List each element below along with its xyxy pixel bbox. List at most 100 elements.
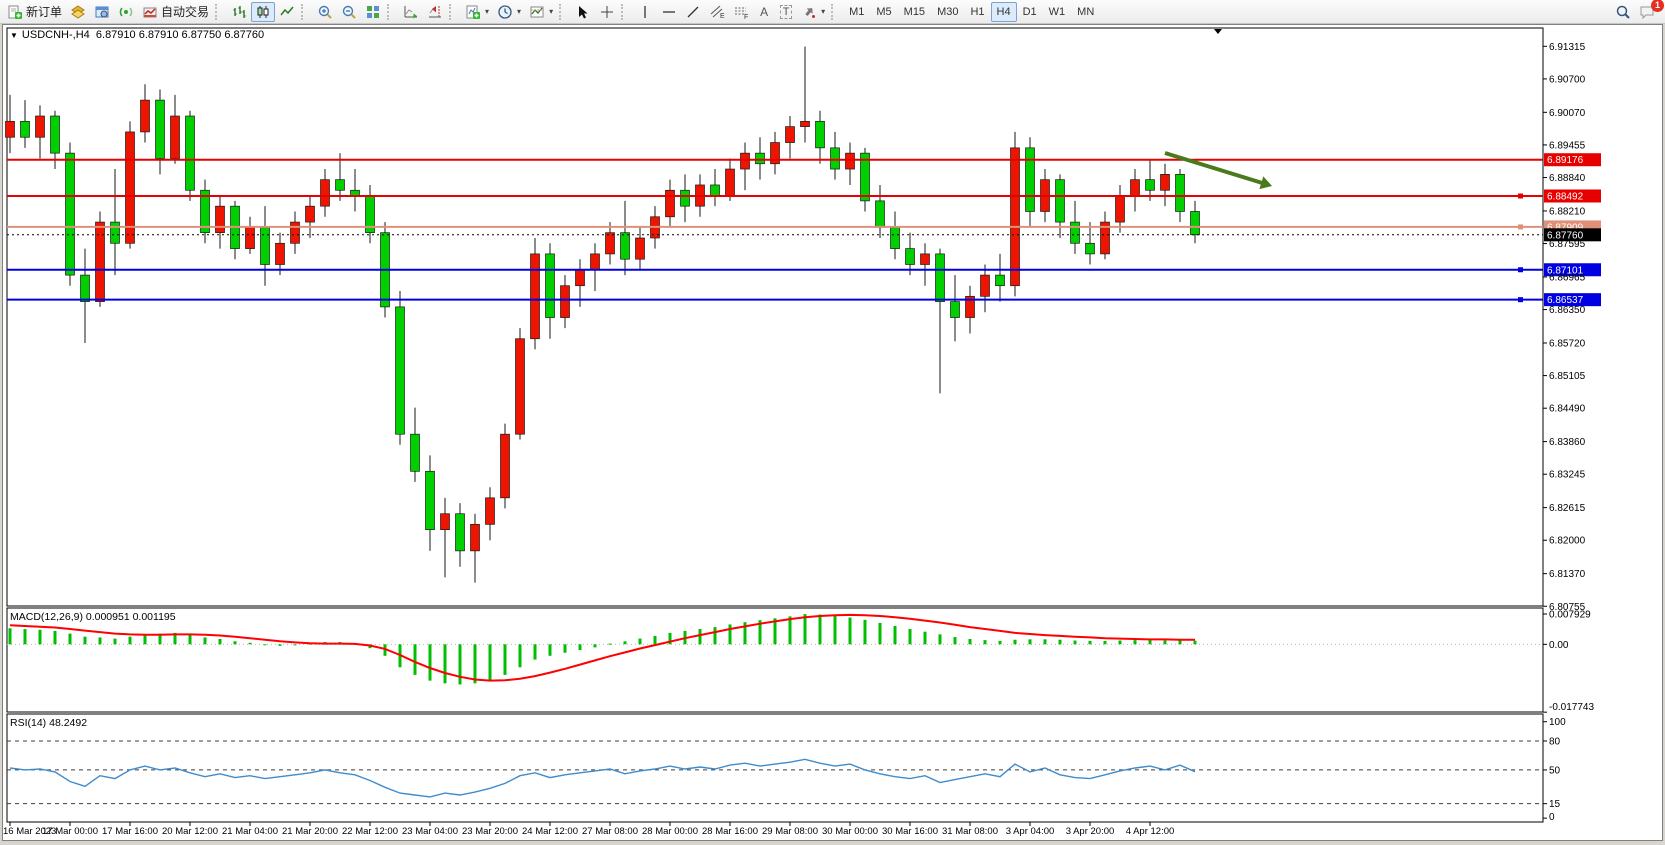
price-tick-label: 6.90700 — [1549, 74, 1586, 85]
macd-histogram-bar — [624, 641, 627, 644]
candle-body — [606, 233, 615, 254]
macd-histogram-bar — [1089, 641, 1092, 644]
chart-quotes: 6.87910 6.87910 6.87750 6.87760 — [96, 29, 264, 41]
indicators-button[interactable]: ▾ — [461, 2, 493, 22]
candle-body — [831, 148, 840, 169]
candle-body — [741, 153, 750, 169]
search-button[interactable] — [1611, 2, 1635, 22]
chevron-down-icon[interactable]: ▾ — [517, 7, 521, 16]
label-button[interactable]: T — [775, 2, 797, 22]
timeframe-H1[interactable]: H1 — [964, 2, 990, 22]
timeframe-M30[interactable]: M30 — [931, 2, 964, 22]
candlestick-icon — [255, 4, 271, 20]
chart-shift-button[interactable] — [423, 2, 447, 22]
candle-body — [216, 206, 225, 233]
macd-tick-label: 0.007929 — [1549, 610, 1591, 621]
level-handle[interactable] — [1518, 267, 1523, 272]
macd-histogram-bar — [939, 634, 942, 644]
candle-body — [906, 249, 915, 265]
cursor-button[interactable] — [571, 2, 595, 22]
vertical-line-button[interactable] — [633, 2, 657, 22]
bar-chart-button[interactable] — [227, 2, 251, 22]
timeframe-M15[interactable]: M15 — [898, 2, 931, 22]
time-label: 21 Mar 04:00 — [222, 826, 278, 837]
candle-body — [456, 514, 465, 551]
bar-chart-icon — [231, 4, 247, 20]
candle-body — [1071, 222, 1080, 243]
zoom-in-button[interactable] — [313, 2, 337, 22]
symbol-dropdown-icon[interactable]: ▼ — [10, 31, 18, 40]
zoom-out-button[interactable] — [337, 2, 361, 22]
timeframe-M5[interactable]: M5 — [870, 2, 897, 22]
macd-tick-label: -0.017743 — [1549, 702, 1594, 713]
market-watch-icon — [70, 4, 86, 20]
autotrading-button[interactable]: 自动交易 — [138, 2, 213, 22]
text-button[interactable]: A — [753, 2, 775, 22]
timeframe-M1[interactable]: M1 — [843, 2, 870, 22]
candle-body — [321, 180, 330, 207]
signals-button[interactable] — [114, 2, 138, 22]
equidistant-channel-button[interactable]: E — [705, 2, 729, 22]
timeframe-W1[interactable]: W1 — [1043, 2, 1072, 22]
fibonacci-button[interactable]: F — [729, 2, 753, 22]
macd-histogram-bar — [729, 624, 732, 644]
periods-button[interactable]: ▾ — [493, 2, 525, 22]
time-label: 28 Mar 16:00 — [702, 826, 758, 837]
macd-signal-line — [10, 615, 1195, 681]
trendline-button[interactable] — [681, 2, 705, 22]
candle-body — [426, 471, 435, 529]
horizontal-line-button[interactable] — [657, 2, 681, 22]
macd-histogram-bar — [789, 616, 792, 644]
templates-button[interactable]: ▾ — [525, 2, 557, 22]
arrows-button[interactable]: ▾ — [797, 2, 829, 22]
macd-histogram-bar — [1119, 641, 1122, 645]
candle-body — [1011, 148, 1020, 286]
candle-body — [141, 100, 150, 132]
candle-body — [936, 254, 945, 302]
macd-histogram-bar — [879, 623, 882, 644]
level-handle[interactable] — [1518, 297, 1523, 302]
candle-body — [801, 121, 810, 126]
macd-histogram-bar — [804, 614, 807, 644]
periods-icon — [497, 4, 513, 20]
crosshair-button[interactable] — [595, 2, 619, 22]
level-handle[interactable] — [1518, 193, 1523, 198]
candle-body — [501, 434, 510, 498]
macd-histogram-bar — [1149, 640, 1152, 644]
price-tick-label: 6.82615 — [1549, 503, 1586, 514]
autotrading-icon — [142, 4, 158, 20]
market-watch-button[interactable] — [66, 2, 90, 22]
scroll-marker-icon[interactable] — [1214, 29, 1222, 34]
timeframe-H4[interactable]: H4 — [991, 2, 1017, 22]
tile-windows-button[interactable] — [361, 2, 385, 22]
level-badge-text: 6.88492 — [1547, 191, 1584, 202]
candlestick-button[interactable] — [251, 2, 275, 22]
candle-body — [471, 524, 480, 551]
candle-body — [51, 116, 60, 153]
price-tick-label: 6.83245 — [1549, 470, 1586, 481]
macd-histogram-bar — [639, 639, 642, 645]
candle-body — [636, 238, 645, 259]
new-order-button[interactable]: 新订单 — [3, 2, 66, 22]
chart-canvas[interactable]: 6.891766.884926.879096.871016.865376.877… — [0, 0, 1665, 845]
fibonacci-icon: F — [733, 4, 749, 20]
new-order-icon — [7, 4, 23, 20]
macd-histogram-bar — [1179, 641, 1182, 645]
auto-scroll-button[interactable] — [399, 2, 423, 22]
macd-histogram-bar — [69, 634, 72, 645]
candle-body — [1176, 174, 1185, 211]
chevron-down-icon[interactable]: ▾ — [821, 7, 825, 16]
timeframe-D1[interactable]: D1 — [1017, 2, 1043, 22]
macd-histogram-bar — [189, 634, 192, 644]
strategy-tester-button[interactable] — [90, 2, 114, 22]
candle-body — [681, 190, 690, 206]
notifications-button[interactable]: 1 — [1635, 2, 1659, 22]
auto-scroll-icon — [403, 4, 419, 20]
level-handle[interactable] — [1518, 224, 1523, 229]
chevron-down-icon[interactable]: ▾ — [485, 7, 489, 16]
timeframe-MN[interactable]: MN — [1071, 2, 1100, 22]
chevron-down-icon[interactable]: ▾ — [549, 7, 553, 16]
candle-body — [186, 116, 195, 190]
line-chart-button[interactable] — [275, 2, 299, 22]
chart-title: ▼USDCNH-,H4 6.87910 6.87910 6.87750 6.87… — [10, 29, 264, 41]
